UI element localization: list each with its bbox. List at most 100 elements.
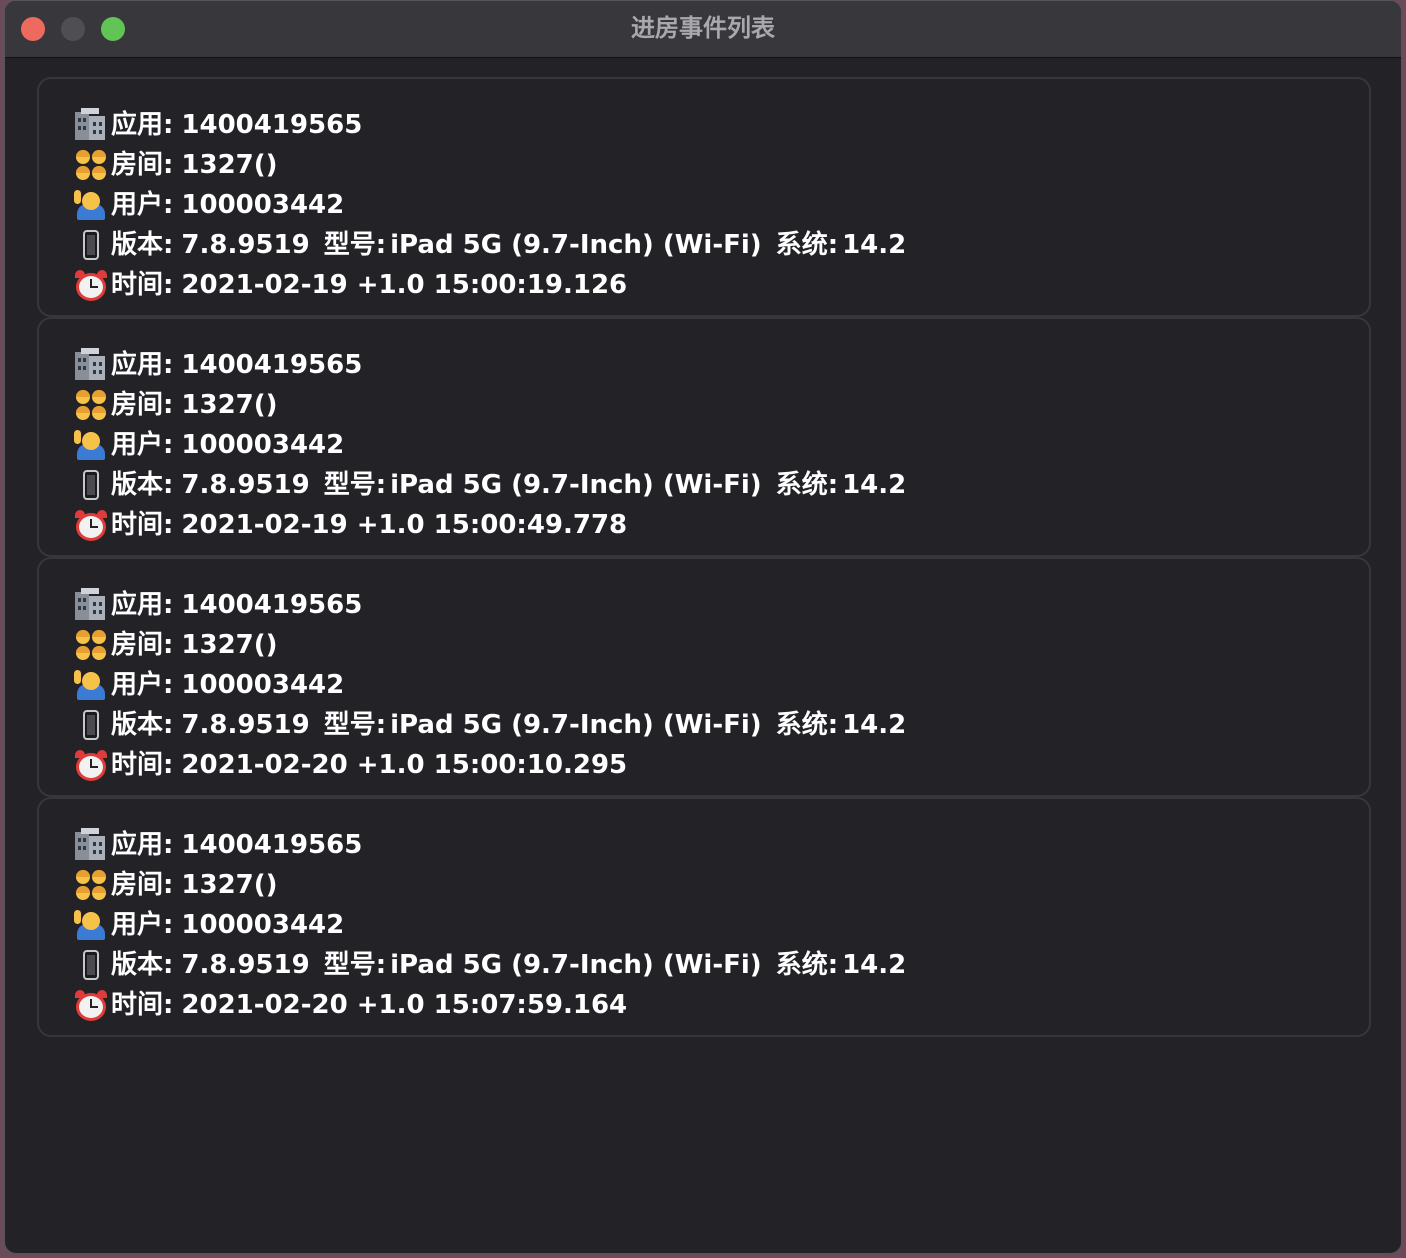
room-value: 1327(): [181, 870, 278, 900]
system-value: 14.2: [842, 230, 907, 260]
user-row: 用户: 100003442: [73, 665, 1369, 705]
room-row: 房间: 1327(): [73, 865, 1369, 905]
app-value: 1400419565: [181, 590, 363, 620]
time-label: 时间:: [111, 750, 174, 780]
room-label: 房间:: [111, 150, 174, 180]
event-card[interactable]: 应用: 1400419565 房间: 1327() 用户: 100003442 …: [37, 77, 1371, 317]
user-label: 用户:: [111, 670, 174, 700]
office-building-icon: [73, 108, 109, 142]
user-label: 用户:: [111, 430, 174, 460]
time-row: 时间: 2021-02-19 +1.0 15:00:49.778: [73, 505, 1369, 545]
time-label: 时间:: [111, 270, 174, 300]
time-row: 时间: 2021-02-20 +1.0 15:07:59.164: [73, 985, 1369, 1025]
time-row: 时间: 2021-02-20 +1.0 15:00:10.295: [73, 745, 1369, 785]
app-value: 1400419565: [181, 830, 363, 860]
version-value: 7.8.9519: [181, 710, 310, 740]
app-label: 应用:: [111, 830, 174, 860]
app-label: 应用:: [111, 350, 174, 380]
app-row: 应用: 1400419565: [73, 345, 1369, 385]
version-value: 7.8.9519: [181, 230, 310, 260]
model-value: iPad 5G (9.7-Inch) (Wi-Fi): [390, 470, 762, 500]
mobile-phone-icon: [73, 468, 109, 502]
event-card[interactable]: 应用: 1400419565 房间: 1327() 用户: 100003442 …: [37, 557, 1371, 797]
app-label: 应用:: [111, 110, 174, 140]
device-row: 版本: 7.8.9519 型号: iPad 5G (9.7-Inch) (Wi-…: [73, 945, 1369, 985]
version-label: 版本:: [111, 470, 174, 500]
app-row: 应用: 1400419565: [73, 105, 1369, 145]
event-list[interactable]: 应用: 1400419565 房间: 1327() 用户: 100003442 …: [37, 77, 1371, 1037]
person-raising-hand-icon: [73, 908, 109, 942]
user-value: 100003442: [181, 910, 345, 940]
version-value: 7.8.9519: [181, 950, 310, 980]
version-label: 版本:: [111, 710, 174, 740]
event-card[interactable]: 应用: 1400419565 房间: 1327() 用户: 100003442 …: [37, 797, 1371, 1037]
office-building-icon: [73, 828, 109, 862]
person-raising-hand-icon: [73, 668, 109, 702]
window-title: 进房事件列表: [631, 14, 775, 42]
family-icon: [73, 868, 109, 902]
user-row: 用户: 100003442: [73, 425, 1369, 465]
room-value: 1327(): [181, 150, 278, 180]
user-value: 100003442: [181, 190, 345, 220]
app-value: 1400419565: [181, 350, 363, 380]
room-label: 房间:: [111, 390, 174, 420]
title-bar[interactable]: 进房事件列表: [5, 1, 1401, 58]
room-value: 1327(): [181, 630, 278, 660]
version-label: 版本:: [111, 950, 174, 980]
model-value: iPad 5G (9.7-Inch) (Wi-Fi): [390, 230, 762, 260]
mobile-phone-icon: [73, 708, 109, 742]
time-row: 时间: 2021-02-19 +1.0 15:00:19.126: [73, 265, 1369, 305]
time-value: 2021-02-19 +1.0 15:00:49.778: [181, 510, 628, 540]
device-row: 版本: 7.8.9519 型号: iPad 5G (9.7-Inch) (Wi-…: [73, 705, 1369, 745]
user-value: 100003442: [181, 670, 345, 700]
system-label: 系统:: [775, 470, 839, 500]
model-label: 型号:: [323, 710, 387, 740]
alarm-clock-icon: [73, 268, 109, 302]
time-value: 2021-02-19 +1.0 15:00:19.126: [181, 270, 628, 300]
model-label: 型号:: [323, 230, 387, 260]
user-label: 用户:: [111, 910, 174, 940]
office-building-icon: [73, 348, 109, 382]
system-value: 14.2: [842, 710, 907, 740]
version-label: 版本:: [111, 230, 174, 260]
model-label: 型号:: [323, 950, 387, 980]
alarm-clock-icon: [73, 988, 109, 1022]
room-value: 1327(): [181, 390, 278, 420]
time-label: 时间:: [111, 990, 174, 1020]
event-card[interactable]: 应用: 1400419565 房间: 1327() 用户: 100003442 …: [37, 317, 1371, 557]
model-value: iPad 5G (9.7-Inch) (Wi-Fi): [390, 950, 762, 980]
device-row: 版本: 7.8.9519 型号: iPad 5G (9.7-Inch) (Wi-…: [73, 225, 1369, 265]
alarm-clock-icon: [73, 748, 109, 782]
app-label: 应用:: [111, 590, 174, 620]
system-label: 系统:: [775, 710, 839, 740]
alarm-clock-icon: [73, 508, 109, 542]
model-value: iPad 5G (9.7-Inch) (Wi-Fi): [390, 710, 762, 740]
office-building-icon: [73, 588, 109, 622]
time-label: 时间:: [111, 510, 174, 540]
system-label: 系统:: [775, 230, 839, 260]
app-window: 进房事件列表 应用: 1400419565 房间: 1327() 用户: 100…: [4, 0, 1402, 1254]
mobile-phone-icon: [73, 948, 109, 982]
app-row: 应用: 1400419565: [73, 825, 1369, 865]
version-value: 7.8.9519: [181, 470, 310, 500]
mobile-phone-icon: [73, 228, 109, 262]
time-value: 2021-02-20 +1.0 15:00:10.295: [181, 750, 628, 780]
user-value: 100003442: [181, 430, 345, 460]
family-icon: [73, 628, 109, 662]
room-row: 房间: 1327(): [73, 145, 1369, 185]
user-row: 用户: 100003442: [73, 905, 1369, 945]
app-row: 应用: 1400419565: [73, 585, 1369, 625]
system-label: 系统:: [775, 950, 839, 980]
user-label: 用户:: [111, 190, 174, 220]
system-value: 14.2: [842, 950, 907, 980]
app-value: 1400419565: [181, 110, 363, 140]
room-row: 房间: 1327(): [73, 385, 1369, 425]
device-row: 版本: 7.8.9519 型号: iPad 5G (9.7-Inch) (Wi-…: [73, 465, 1369, 505]
room-row: 房间: 1327(): [73, 625, 1369, 665]
person-raising-hand-icon: [73, 428, 109, 462]
room-label: 房间:: [111, 870, 174, 900]
family-icon: [73, 388, 109, 422]
user-row: 用户: 100003442: [73, 185, 1369, 225]
system-value: 14.2: [842, 470, 907, 500]
person-raising-hand-icon: [73, 188, 109, 222]
